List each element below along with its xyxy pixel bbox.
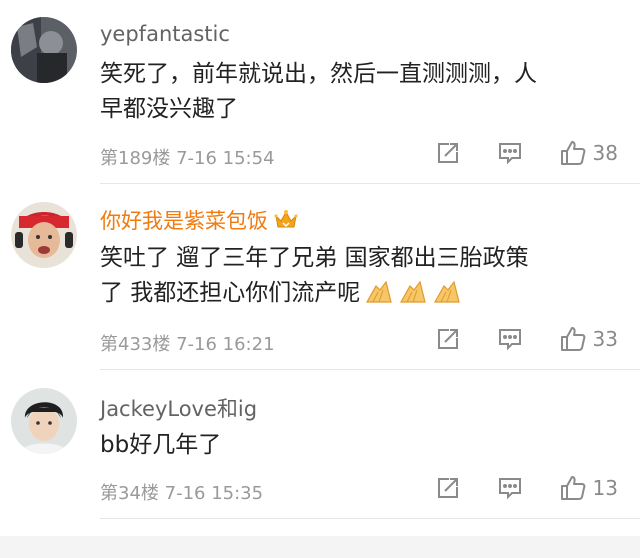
comment-text: 笑吐了 遛了三年了兄弟 国家都出三胎政策 了 我都还担心你们流产呢: [100, 241, 620, 317]
clap-icon: [398, 278, 428, 317]
username[interactable]: 你好我是紫菜包饭: [100, 205, 298, 236]
avatar[interactable]: [11, 388, 77, 454]
reply-icon: [498, 478, 521, 500]
like-button[interactable]: 33: [559, 325, 618, 353]
thumbs-up-icon: [560, 327, 585, 351]
repost-button[interactable]: [435, 475, 461, 501]
repost-icon: [437, 478, 458, 498]
divider: [100, 183, 640, 184]
repost-button[interactable]: [435, 140, 461, 166]
reply-button[interactable]: [497, 140, 523, 166]
crown-icon: [274, 209, 298, 236]
like-button[interactable]: 38: [559, 139, 618, 167]
comment-text: 笑死了，前年就说出，然后一直测测测，人 早都没兴趣了: [100, 61, 537, 122]
reply-icon: [498, 143, 521, 165]
bottom-bar: [0, 536, 640, 558]
avatar[interactable]: [11, 17, 77, 83]
repost-icon: [437, 329, 458, 349]
reply-icon: [498, 329, 521, 351]
repost-icon: [437, 143, 458, 163]
like-button[interactable]: 13: [559, 474, 618, 502]
username[interactable]: yepfantastic: [100, 22, 230, 46]
like-count: 33: [592, 327, 618, 351]
clap-icon: [432, 278, 462, 317]
avatar[interactable]: [11, 202, 77, 268]
thumbs-up-icon: [560, 476, 585, 500]
username[interactable]: JackeyLove和ig: [100, 393, 257, 423]
reply-button[interactable]: [497, 475, 523, 501]
floor-time: 第34楼 7-16 15:35: [100, 483, 264, 504]
floor-time: 第189楼 7-16 15:54: [100, 148, 275, 169]
clap-icon: [364, 278, 394, 317]
comment-text: bb好几年了: [100, 432, 222, 458]
floor-time: 第433楼 7-16 16:21: [100, 334, 275, 355]
divider: [100, 369, 640, 370]
reply-button[interactable]: [497, 326, 523, 352]
divider: [100, 518, 640, 519]
like-count: 13: [592, 476, 618, 500]
thumbs-up-icon: [560, 141, 585, 165]
like-count: 38: [592, 141, 618, 165]
repost-button[interactable]: [435, 326, 461, 352]
